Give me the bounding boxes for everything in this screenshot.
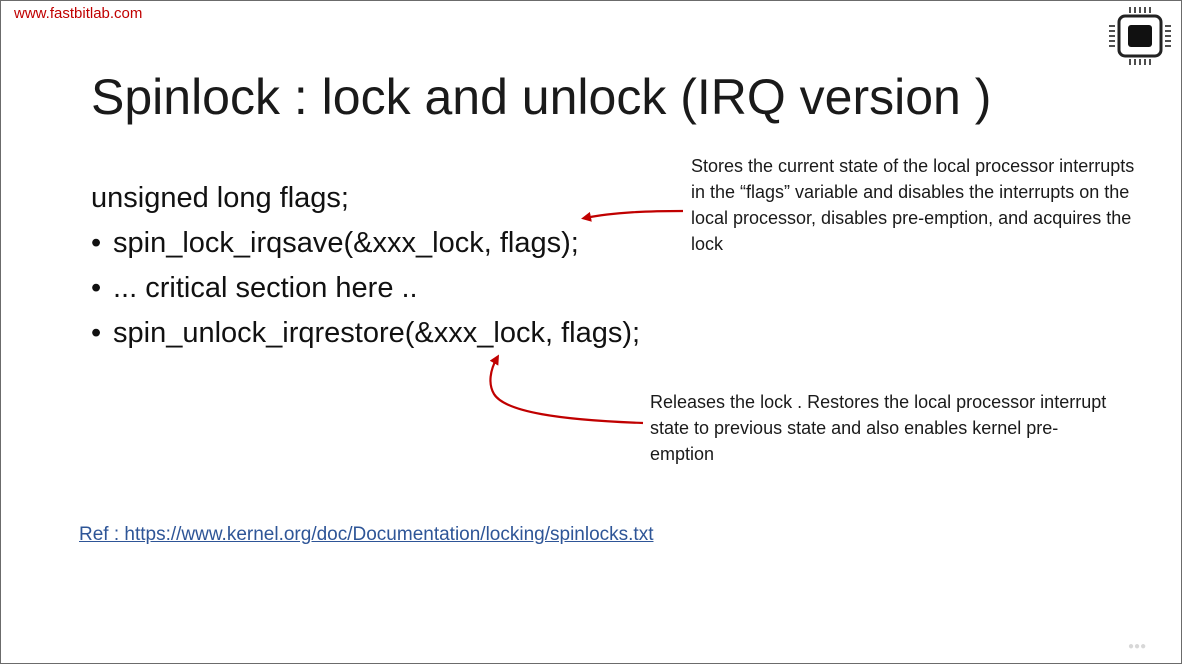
bullet-icon: • [91,317,102,349]
annotation-unlock: Releases the lock . Restores the local p… [650,392,1107,464]
annotation-lock: Stores the current state of the local pr… [691,156,1135,254]
bullet-icon: • [91,227,102,259]
udemy-logo: ●●● [1128,641,1147,652]
bullet-icon: • [91,272,102,304]
code-unlock-call: spin_unlock_irqrestore(&xxx_lock, flags)… [113,317,641,349]
site-url: www.fastbitlab.com [14,5,143,22]
reference-link[interactable]: Ref : https://www.kernel.org/doc/Documen… [79,524,653,546]
list-item: • ... critical section here .. [91,266,640,311]
list-item: • spin_unlock_irqrestore(&xxx_lock, flags… [91,311,640,356]
code-lock-call: spin_lock_irqsave(&xxx_lock, flags); [113,227,579,259]
code-declaration: unsigned long flags; [91,182,349,214]
code-critical-section: ... critical section here .. [113,272,418,304]
slide-title: Spinlock : lock and unlock (IRQ version … [91,69,992,125]
list-item: • spin_lock_irqsave(&xxx_lock, flags); [91,221,640,266]
chip-icon [1109,7,1171,65]
code-block: unsigned long flags; • spin_lock_irqsave(… [91,176,640,356]
